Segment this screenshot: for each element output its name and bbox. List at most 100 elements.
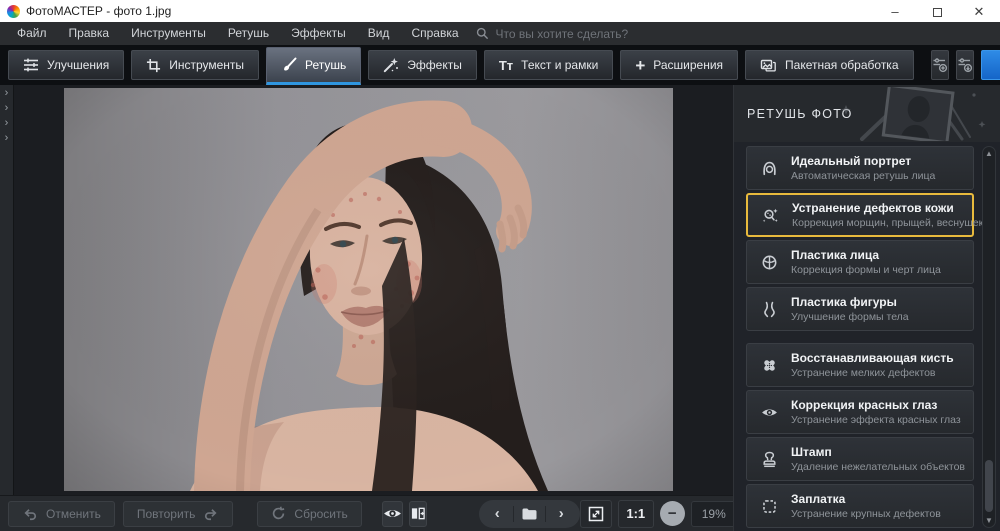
- menu-effects[interactable]: Эффекты: [280, 22, 357, 45]
- stamp-icon: [756, 451, 782, 468]
- scrollbar-thumb[interactable]: [985, 460, 993, 512]
- reset-icon: [271, 506, 286, 521]
- titlebar: ФотоМАСТЕР - фото 1.jpg – ✕: [0, 0, 1000, 22]
- sidebar-item-face-sculpting[interactable]: Пластика лица Коррекция формы и черт лиц…: [746, 240, 974, 284]
- crop-icon: [146, 58, 161, 73]
- item-title: Идеальный портрет: [791, 154, 935, 168]
- next-photo-button[interactable]: ›: [546, 500, 577, 528]
- tab-text-frames[interactable]: Tт Текст и рамки: [484, 50, 613, 80]
- item-title: Заплатка: [791, 492, 941, 506]
- photos-stack-icon: [760, 57, 777, 73]
- show-original-button[interactable]: [382, 501, 403, 527]
- photo-navigator: ‹ ›: [479, 500, 580, 528]
- chevron-left-icon: ‹: [495, 505, 500, 522]
- tab-extensions[interactable]: + Расширения: [620, 50, 738, 80]
- menu-retouch[interactable]: Ретушь: [217, 22, 280, 45]
- app-logo-icon: [7, 5, 20, 18]
- sidebar-item-perfect-portrait[interactable]: Идеальный портрет Автоматическая ретушь …: [746, 146, 974, 190]
- scroll-up-icon[interactable]: ▲: [983, 149, 995, 158]
- reset-button[interactable]: Сбросить: [257, 501, 361, 527]
- save-button[interactable]: Сохранить: [981, 50, 1000, 80]
- healing-brush-icon: [756, 357, 782, 374]
- item-title: Пластика фигуры: [791, 295, 909, 309]
- minus-icon: −: [668, 506, 677, 521]
- plus-icon: +: [635, 57, 645, 74]
- quick-search[interactable]: Что вы хотите сделать?: [476, 27, 629, 41]
- canvas-column: › › › ›: [0, 85, 733, 531]
- menu-help[interactable]: Справка: [400, 22, 469, 45]
- body-sculpt-icon: [756, 301, 782, 318]
- menu-file[interactable]: Файл: [6, 22, 58, 45]
- expand-panel-icon[interactable]: ›: [5, 101, 9, 116]
- sidebar-item-stamp[interactable]: Штамп Удаление нежелательных объектов: [746, 437, 974, 481]
- menu-edit[interactable]: Правка: [58, 22, 121, 45]
- zoom-level: 19%: [691, 501, 737, 527]
- content-area: › › › ›: [0, 85, 1000, 531]
- item-subtitle: Устранение мелких дефектов: [791, 367, 954, 379]
- sidebar-item-skin-defects[interactable]: Устранение дефектов кожи Коррекция морщи…: [746, 193, 974, 237]
- export-preset-button[interactable]: [956, 50, 974, 80]
- tab-label: Расширения: [653, 58, 723, 72]
- menu-view[interactable]: Вид: [357, 22, 401, 45]
- patch-icon: [756, 498, 782, 515]
- undo-label: Отменить: [46, 507, 101, 521]
- redo-label: Повторить: [137, 507, 196, 521]
- add-preset-button[interactable]: [931, 50, 949, 80]
- sidebar-item-healing-brush[interactable]: Восстанавливающая кисть Устранение мелки…: [746, 343, 974, 387]
- zoom-out-button[interactable]: −: [660, 501, 685, 526]
- photo-image[interactable]: [64, 88, 673, 491]
- tab-effects[interactable]: Эффекты: [368, 50, 477, 80]
- expand-panel-icon[interactable]: ›: [5, 131, 9, 146]
- preset-add-icon: [932, 57, 948, 73]
- undo-button[interactable]: Отменить: [8, 501, 115, 527]
- tab-batch-processing[interactable]: Пакетная обработка: [745, 50, 913, 80]
- scroll-down-icon[interactable]: ▼: [983, 516, 995, 525]
- item-subtitle: Автоматическая ретушь лица: [791, 170, 935, 182]
- item-title: Коррекция красных глаз: [791, 398, 961, 412]
- previous-photo-button[interactable]: ‹: [482, 500, 513, 528]
- item-title: Восстанавливающая кисть: [791, 351, 954, 365]
- sidebar-item-red-eye[interactable]: Коррекция красных глаз Устранение эффект…: [746, 390, 974, 434]
- tab-improvements[interactable]: Улучшения: [8, 50, 124, 80]
- collapsed-panel-strip: › › › ›: [0, 85, 14, 495]
- item-subtitle: Устранение эффекта красных глаз: [791, 414, 961, 426]
- photo-canvas[interactable]: › › › ›: [0, 85, 733, 495]
- tab-retouch[interactable]: Ретушь: [266, 47, 361, 85]
- search-placeholder: Что вы хотите сделать?: [496, 27, 629, 41]
- panel-scrollbar[interactable]: ▲ ▼: [982, 146, 996, 528]
- sidebar-item-body-sculpting[interactable]: Пластика фигуры Улучшение формы тела: [746, 287, 974, 331]
- expand-panel-icon[interactable]: ›: [5, 116, 9, 131]
- fit-to-screen-button[interactable]: [580, 500, 612, 528]
- tab-label: Пакетная обработка: [785, 58, 898, 72]
- face-sculpt-icon: [756, 254, 782, 271]
- minimize-icon: –: [891, 5, 898, 18]
- restore-button[interactable]: [916, 0, 958, 22]
- open-folder-button[interactable]: [514, 500, 545, 528]
- sliders-icon: [23, 57, 39, 73]
- close-button[interactable]: ✕: [958, 0, 1000, 22]
- menu-tools[interactable]: Инструменты: [120, 22, 217, 45]
- compare-button[interactable]: [409, 501, 427, 527]
- menubar: Файл Правка Инструменты Ретушь Эффекты В…: [0, 22, 1000, 45]
- close-icon: ✕: [974, 5, 985, 18]
- item-title: Пластика лица: [791, 248, 941, 262]
- undo-icon: [22, 506, 38, 521]
- item-subtitle: Коррекция морщин, прыщей, веснушек: [792, 217, 964, 229]
- brush-icon: [281, 57, 297, 73]
- compare-split-icon: [410, 506, 426, 521]
- tab-tools[interactable]: Инструменты: [131, 50, 259, 80]
- skin-defects-icon: [757, 207, 783, 224]
- tab-label: Текст и рамки: [521, 58, 598, 72]
- app-window: ФотоМАСТЕР - фото 1.jpg – ✕ Файл Правка …: [0, 0, 1000, 531]
- sidebar-item-patch[interactable]: Заплатка Устранение крупных дефектов: [746, 484, 974, 528]
- eye-icon: [756, 405, 782, 420]
- redo-button[interactable]: Повторить: [123, 501, 234, 527]
- item-subtitle: Улучшение формы тела: [791, 311, 909, 323]
- retouch-art-decoration: [834, 87, 994, 141]
- mode-tabbar: Улучшения Инструменты Ретушь Эффекты Tт …: [0, 45, 1000, 85]
- retouch-panel: РЕТУШЬ ФОТО: [733, 85, 1000, 531]
- minimize-button[interactable]: –: [874, 0, 916, 22]
- expand-panel-icon[interactable]: ›: [5, 86, 9, 101]
- tab-label: Улучшения: [47, 58, 109, 72]
- actual-size-button[interactable]: 1:1: [618, 500, 654, 528]
